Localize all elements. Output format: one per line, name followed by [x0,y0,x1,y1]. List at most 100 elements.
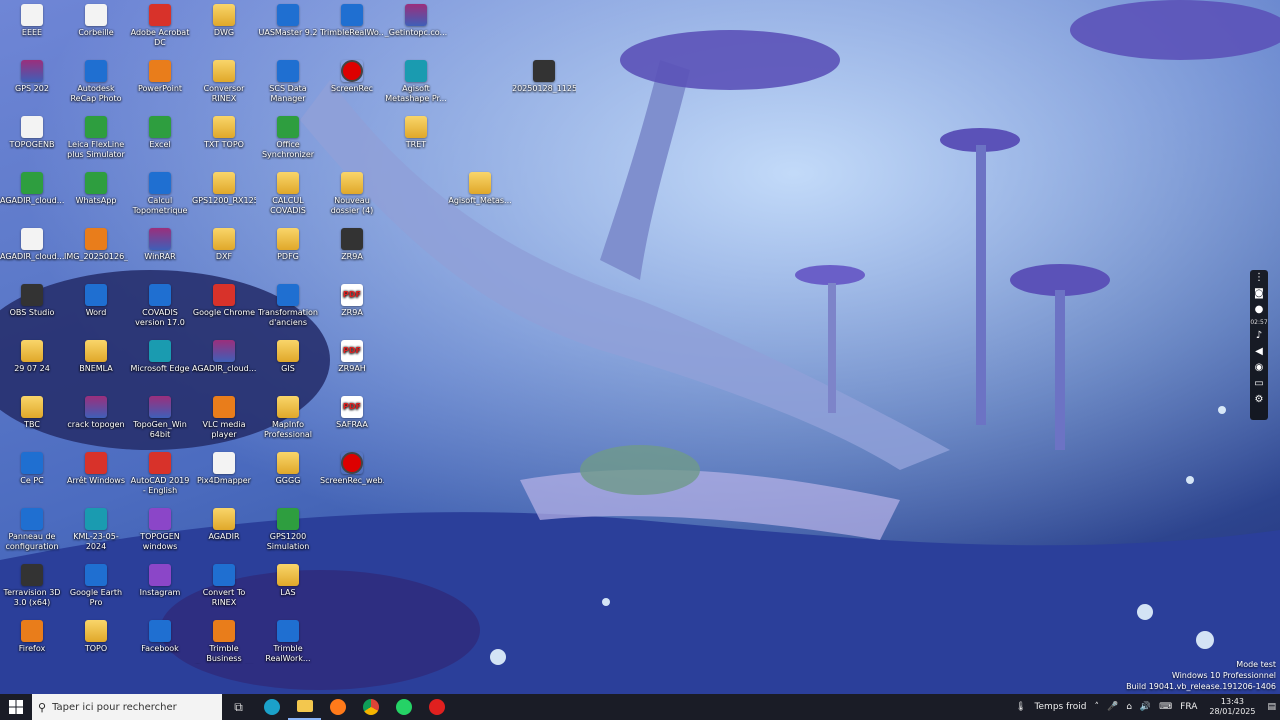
desktop-shortcut[interactable]: Trimble Business Center (64-bit) [192,616,256,672]
desktop-shortcut[interactable]: Calcul Topometrique [128,168,192,224]
desktop-shortcut[interactable]: Transformation d'anciens fichie... [256,280,320,336]
desktop-shortcut[interactable]: PDFG [256,224,320,280]
desktop-shortcut[interactable]: Agisoft_Metas... [448,168,512,224]
desktop-shortcut[interactable]: AGADIR_cloud... [0,168,64,224]
desktop-shortcut[interactable]: Instagram [128,560,192,616]
desktop-shortcut[interactable]: GPS1200_RX1250 [192,168,256,224]
desktop-shortcut[interactable]: DWG [192,0,256,56]
desktop-shortcut[interactable]: TopoGen_Win 64bit [128,392,192,448]
desktop-shortcut[interactable]: EEEE [0,0,64,56]
desktop-shortcut[interactable]: COVADIS version 17.0 [128,280,192,336]
desktop-shortcut[interactable]: Corbeille [64,0,128,56]
desktop-shortcut[interactable]: LAS [256,560,320,616]
desktop-shortcut[interactable]: MapInfo Professional v8.5 [256,392,320,448]
taskbar-edge[interactable] [255,694,288,720]
microphone-icon[interactable]: ♪ [1250,328,1268,344]
desktop-shortcut[interactable]: AutoCAD 2019 - English [128,448,192,504]
desktop-shortcut[interactable]: Ce PC [0,448,64,504]
desktop-shortcut[interactable]: ScreenRec_web... [320,448,384,504]
desktop-shortcut[interactable]: AGADIR_cloud... [192,336,256,392]
desktop-shortcut[interactable]: WinRAR [128,224,192,280]
desktop-shortcut[interactable]: GPS 202 [0,56,64,112]
desktop-shortcut[interactable]: crack topogen [64,392,128,448]
desktop-shortcut[interactable]: CALCUL COVADIS [256,168,320,224]
desktop-shortcut[interactable]: PDF ZR9A [320,280,384,336]
start-button[interactable] [0,694,32,720]
desktop-shortcut[interactable]: DXF [192,224,256,280]
desktop-shortcut[interactable]: GIS [256,336,320,392]
desktop-shortcut[interactable]: AGADIR [192,504,256,560]
desktop-shortcut[interactable]: PDF ZR9AH [320,336,384,392]
desktop-shortcut[interactable]: BNEMLA [64,336,128,392]
record-icon[interactable]: ● [1250,302,1268,318]
desktop-shortcut[interactable]: AGADIR_cloud... [0,224,64,280]
desktop-shortcut[interactable]: TRET [384,112,448,168]
desktop-shortcut[interactable]: Firefox [0,616,64,672]
gear-icon[interactable]: ⚙ [1250,392,1268,408]
window-icon[interactable]: ▭ [1250,376,1268,392]
desktop-shortcut[interactable]: TXT TOPO [192,112,256,168]
desktop-shortcut[interactable]: Excel [128,112,192,168]
desktop-shortcut[interactable]: Trimble RealWork... [256,616,320,672]
desktop-shortcut[interactable]: TOPO [64,616,128,672]
desktop-shortcut[interactable]: WhatsApp [64,168,128,224]
notification-icon[interactable]: ▤ [1263,702,1280,712]
taskbar-opera[interactable] [420,694,453,720]
desktop-shortcut[interactable]: TOPOGENB [0,112,64,168]
desktop-shortcut[interactable]: TBC [0,392,64,448]
desktop-shortcut[interactable]: TOPOGEN windows [128,504,192,560]
desktop-shortcut[interactable]: Terravision 3D 3.0 (x64) [0,560,64,616]
language-indicator[interactable]: FRA [1176,702,1201,712]
clock[interactable]: 13:43 28/01/2025 [1201,697,1263,717]
search-box[interactable]: ⚲ Taper ici pour rechercher [32,694,222,720]
desktop-shortcut[interactable]: Convert To RINEX [192,560,256,616]
desktop-shortcut[interactable]: Agisoft Metashape Pr... [384,56,448,112]
task-view-button[interactable]: ⧉ [222,694,255,720]
webcam-icon[interactable]: ◉ [1250,360,1268,376]
desktop-shortcut[interactable]: Adobe Acrobat DC [128,0,192,56]
desktop-shortcut[interactable]: Google Earth Pro [64,560,128,616]
desktop-shortcut[interactable]: GPS1200 Simulation [256,504,320,560]
desktop-shortcut[interactable]: ScreenRec [320,56,384,112]
network-icon[interactable]: ⌂ [1122,702,1136,712]
desktop-shortcut[interactable]: _Getintopc.co... [384,0,448,56]
desktop-shortcut[interactable]: VLC media player [192,392,256,448]
weather-text[interactable]: Temps froid [1031,702,1091,712]
chevron-up-icon[interactable]: ˄ [1090,702,1103,712]
desktop-shortcut[interactable]: Google Chrome [192,280,256,336]
taskbar-file-explorer[interactable] [288,694,321,720]
desktop-shortcut[interactable]: Pix4Dmapper [192,448,256,504]
desktop-shortcut[interactable]: KML-23-05-2024 [64,504,128,560]
taskbar-firefox[interactable] [321,694,354,720]
desktop-shortcut[interactable]: Word [64,280,128,336]
taskbar-whatsapp[interactable] [387,694,420,720]
desktop-shortcut[interactable]: Leica FlexLine plus Simulator [64,112,128,168]
desktop-shortcut[interactable]: 20250128_112510 [512,56,576,112]
desktop-shortcut[interactable]: UASMaster 9.2 [256,0,320,56]
grip-icon[interactable]: ⋮ [1250,270,1268,286]
desktop-shortcut[interactable]: ZR9A [320,224,384,280]
desktop-shortcut[interactable]: Panneau de configuration [0,504,64,560]
desktop-shortcut[interactable]: Microsoft Edge [128,336,192,392]
microphone-icon[interactable]: 🎤 [1103,702,1122,712]
desktop-shortcut[interactable]: Conversor RINEX [192,56,256,112]
desktop-shortcut[interactable]: SCS Data Manager [256,56,320,112]
taskbar-chrome[interactable] [354,694,387,720]
desktop-shortcut[interactable]: Arrêt Windows [64,448,128,504]
folder-icon [405,116,427,138]
desktop-shortcut[interactable]: Office Synchronizer [256,112,320,168]
desktop-shortcut[interactable]: PDF SAFRAA [320,392,384,448]
desktop-shortcut[interactable]: OBS Studio [0,280,64,336]
desktop-shortcut[interactable]: Nouveau dossier (4) [320,168,384,224]
keyboard-icon[interactable]: ⌨ [1155,702,1176,712]
speaker-icon[interactable]: ◀ [1250,344,1268,360]
desktop-shortcut[interactable]: TrimbleRealWo... [320,0,384,56]
desktop-shortcut[interactable]: GGGG [256,448,320,504]
desktop-shortcut[interactable]: Facebook [128,616,192,672]
desktop-shortcut[interactable]: 29 07 24 [0,336,64,392]
camera-icon[interactable]: ◙ [1250,286,1268,302]
desktop-shortcut[interactable]: PowerPoint [128,56,192,112]
desktop-shortcut[interactable]: Autodesk ReCap Photo [64,56,128,112]
desktop-shortcut[interactable]: IMG_20250126_... [64,224,128,280]
volume-icon[interactable]: 🔊 [1136,702,1155,712]
